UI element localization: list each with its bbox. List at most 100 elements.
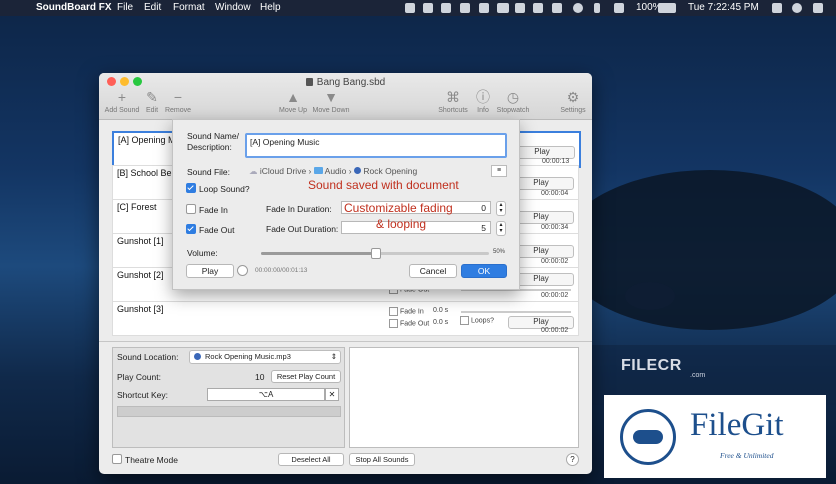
terminal-icon[interactable]: [497, 3, 509, 13]
time-machine-icon[interactable]: [573, 3, 583, 13]
play-count-label: Play Count:: [117, 372, 161, 382]
checkbox-icon: [460, 316, 469, 325]
ok-button[interactable]: OK: [461, 264, 507, 278]
split-divider[interactable]: [99, 341, 592, 342]
fade-out-value: 0.0 s: [433, 319, 449, 326]
app-menu[interactable]: SoundBoard FX: [36, 2, 112, 13]
theatre-mode-label: Theatre Mode: [125, 455, 178, 465]
menu-file[interactable]: File: [117, 2, 133, 13]
wifi-icon[interactable]: [614, 3, 624, 13]
filecr-watermark-sub: .com: [690, 372, 706, 379]
cloud-icon: ☁: [249, 166, 258, 176]
shortcut-key-label: Shortcut Key:: [117, 390, 169, 400]
fade-out-stepper[interactable]: ▴ ▾: [496, 221, 506, 236]
sound-location-popup[interactable]: Rock Opening Music.mp3 ⇕: [189, 350, 341, 364]
sound-file-path[interactable]: ☁ iCloud Drive › Audio › Rock Opening: [249, 166, 417, 177]
fade-out-label: Fade Out: [400, 320, 430, 328]
path-audio: Audio: [324, 166, 347, 176]
menu-edit[interactable]: Edit: [144, 2, 161, 13]
sound-time: 00:00:02: [541, 292, 569, 299]
time-readout: 00:00:00/00:01:13: [255, 267, 308, 274]
battery-icon[interactable]: [658, 3, 676, 13]
filegit-subtitle: Free & Unlimited: [720, 451, 774, 460]
status-icon[interactable]: [515, 3, 525, 13]
path-icloud: iCloud Drive: [259, 166, 307, 176]
help-button[interactable]: ?: [566, 453, 579, 466]
info-icon: ⓘ: [476, 89, 490, 105]
status-icon[interactable]: [552, 3, 562, 13]
sound-location-label: Sound Location:: [117, 352, 179, 362]
menu-help[interactable]: Help: [260, 2, 281, 13]
move-up-button[interactable]: ▲ Move Up: [273, 89, 313, 114]
cloud-icon[interactable]: [533, 3, 543, 13]
move-down-button[interactable]: ▼ Move Down: [309, 89, 353, 114]
sound-time: 00:00:34: [541, 224, 569, 231]
notification-center-icon[interactable]: [813, 3, 823, 13]
gear-icon: ⚙: [566, 89, 580, 105]
fade-out-checkbox[interactable]: Fade Out: [389, 319, 429, 328]
cancel-button[interactable]: Cancel: [409, 264, 457, 278]
sound-time: 00:00:02: [541, 258, 569, 265]
bluetooth-icon[interactable]: [594, 3, 600, 13]
shortcut-key-field[interactable]: ⌥A: [207, 388, 325, 401]
fade-in-stepper[interactable]: ▴ ▾: [496, 201, 506, 216]
deselect-all-button[interactable]: Deselect All: [278, 453, 344, 466]
fade-in-checkbox[interactable]: Fade In: [389, 307, 424, 316]
umbrella-icon[interactable]: [441, 3, 451, 13]
status-icon[interactable]: [479, 3, 489, 13]
menu-window[interactable]: Window: [215, 2, 251, 13]
fade-out-checkbox[interactable]: Fade Out: [186, 224, 234, 235]
volume-slider[interactable]: [261, 248, 489, 259]
volume-knob[interactable]: [371, 248, 381, 259]
menu-format[interactable]: Format: [173, 2, 205, 13]
checkbox-checked-icon: [186, 183, 196, 193]
edit-sound-sheet: Sound Name/ Description: [A] Opening Mus…: [172, 119, 520, 290]
sound-file-label: Sound File:: [187, 167, 230, 177]
siri-icon[interactable]: [792, 3, 802, 13]
sound-time: 00:00:13: [542, 158, 570, 165]
checkbox-checked-icon: [186, 224, 196, 234]
stopwatch-button[interactable]: ◷ Stopwatch: [493, 89, 533, 114]
dialog-play-button[interactable]: Play: [186, 264, 234, 278]
list-icon[interactable]: ≡: [491, 165, 507, 177]
loop-sound-checkbox[interactable]: Loop Sound?: [186, 183, 250, 194]
theatre-mode-checkbox[interactable]: Theatre Mode: [112, 454, 178, 465]
fade-in-label: Fade In: [199, 205, 228, 215]
progress-bar: [117, 406, 341, 417]
notes-panel[interactable]: [349, 347, 579, 448]
checkbox-icon: [186, 204, 196, 214]
search-icon[interactable]: [772, 3, 782, 13]
loops-checkbox[interactable]: Loops?: [460, 316, 494, 325]
fade-in-duration-label: Fade In Duration:: [266, 204, 332, 214]
filegit-watermark: FileGit Free & Unlimited: [604, 395, 826, 478]
dropbox-icon[interactable]: [405, 3, 415, 13]
annotation-sound-saved: Sound saved with document: [308, 178, 459, 192]
audio-file-icon: [194, 353, 201, 360]
stopwatch-icon: ◷: [506, 89, 520, 105]
sound-row[interactable]: Gunshot [3] Fade In 0.0 s Fade Out 0.0 s…: [112, 301, 579, 336]
settings-button[interactable]: ⚙ Settings: [553, 89, 592, 114]
desktop-rock: [625, 282, 675, 310]
checkbox-icon: [389, 307, 398, 316]
loops-label: Loops?: [471, 317, 494, 325]
reset-play-count-button[interactable]: Reset Play Count: [271, 370, 341, 383]
clear-shortcut-button[interactable]: ✕: [325, 388, 339, 401]
settings-label: Settings: [560, 107, 586, 114]
status-icon[interactable]: [460, 3, 470, 13]
stopwatch-label: Stopwatch: [496, 107, 530, 114]
sound-name: Gunshot [2]: [117, 270, 164, 280]
sound-name-input[interactable]: [A] Opening Music: [245, 133, 507, 158]
sound-name: [B] School Bell: [117, 168, 176, 178]
document-icon: [305, 78, 313, 86]
annotation-fading: Customizable fading: [344, 201, 453, 215]
fade-in-label: Fade In: [400, 308, 424, 316]
fade-in-slider[interactable]: [461, 311, 571, 313]
menubar-clock[interactable]: Tue 7:22:45 PM: [688, 2, 759, 13]
status-icon[interactable]: [423, 3, 433, 13]
volume-label: Volume:: [187, 248, 218, 258]
cloud-icon: [633, 430, 663, 444]
stop-all-sounds-button[interactable]: Stop All Sounds: [349, 453, 415, 466]
progress-circle-icon: [237, 265, 248, 276]
fade-in-checkbox[interactable]: Fade In: [186, 204, 228, 215]
remove-button[interactable]: − Remove: [158, 89, 198, 114]
